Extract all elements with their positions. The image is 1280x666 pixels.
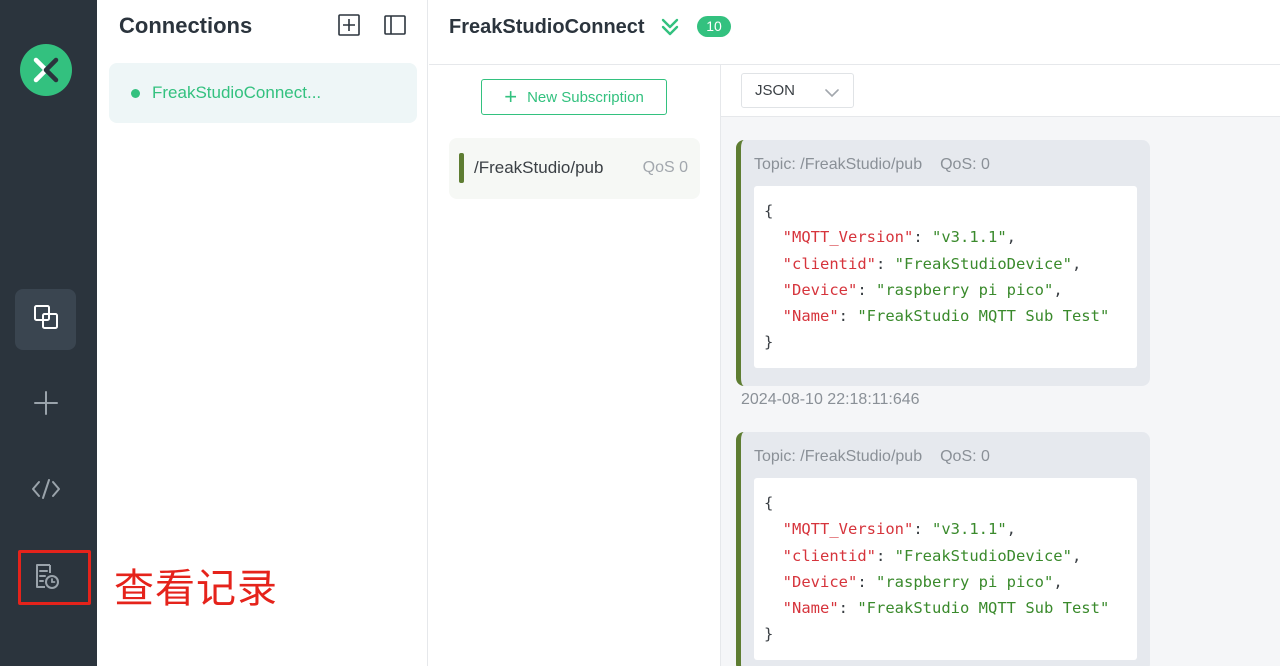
json-value: "raspberry pi pico" <box>876 572 1054 591</box>
json-brace: } <box>764 625 774 644</box>
payload-format-value: JSON <box>755 82 796 99</box>
new-subscription-button[interactable]: + New Subscription <box>481 79 667 115</box>
mqttx-logo-icon[interactable] <box>20 44 72 96</box>
annotation-highlight-box <box>18 550 91 605</box>
json-value: "v3.1.1" <box>932 520 1007 539</box>
message-topic: Topic: /FreakStudio/pub <box>754 156 923 173</box>
plus-icon <box>33 390 59 421</box>
json-sep: , <box>1053 280 1063 299</box>
json-key: "Device" <box>782 280 858 299</box>
json-value: "FreakStudioDevice" <box>894 546 1072 565</box>
subscription-qos: QoS 0 <box>642 159 688 176</box>
message-qos: QoS: 0 <box>940 448 990 465</box>
json-sep: , <box>1053 572 1063 591</box>
connections-icon <box>31 302 61 337</box>
new-connection-icon[interactable] <box>337 13 361 37</box>
message-topic: Topic: /FreakStudio/pub <box>754 448 923 465</box>
json-key: "Name" <box>782 599 839 618</box>
json-sep: , <box>1071 546 1082 565</box>
annotation-label: 查看记录 <box>114 566 278 612</box>
connection-item[interactable]: FreakStudioConnect... <box>109 63 417 123</box>
json-value: "v3.1.1" <box>932 228 1007 247</box>
toggle-sidebar-icon[interactable] <box>383 13 407 37</box>
nav-rail <box>0 0 97 666</box>
json-key: "MQTT_Version" <box>782 520 914 539</box>
nav-connections-button[interactable] <box>15 289 76 350</box>
json-value: "FreakStudio MQTT Sub Test" <box>857 307 1110 326</box>
json-key: "clientid" <box>782 546 876 565</box>
new-subscription-label: New Subscription <box>527 88 644 106</box>
json-brace: } <box>764 333 774 352</box>
json-key: "Name" <box>782 307 839 326</box>
json-value: "raspberry pi pico" <box>876 280 1054 299</box>
json-value: "FreakStudioDevice" <box>894 254 1072 273</box>
subscriptions-panel: + New Subscription /FreakStudio/pub QoS … <box>429 65 721 666</box>
messages-panel: JSON Topic: /FreakStudio/pub QoS: 0 { "MQ… <box>721 65 1280 666</box>
json-brace: { <box>764 202 774 220</box>
message-payload: { "MQTT_Version": "v3.1.1", "clientid": … <box>754 186 1137 368</box>
message-card[interactable]: Topic: /FreakStudio/pub QoS: 0 { "MQTT_Ve… <box>736 432 1150 666</box>
message-qos: QoS: 0 <box>940 156 990 173</box>
nav-script-button[interactable] <box>15 461 76 522</box>
plus-icon: + <box>504 84 518 109</box>
json-sep: , <box>1006 520 1016 539</box>
double-chevron-down-icon[interactable] <box>659 16 681 38</box>
subscription-item[interactable]: /FreakStudio/pub QoS 0 <box>449 138 700 199</box>
nav-new-connection-button[interactable] <box>15 375 76 436</box>
subscription-color-bar <box>459 153 464 183</box>
message-timestamp: 2024-08-10 22:18:11:646 <box>741 391 920 408</box>
message-meta: Topic: /FreakStudio/pub QoS: 0 <box>754 448 990 466</box>
connection-title: FreakStudioConnect <box>449 16 645 38</box>
connections-title: Connections <box>119 13 253 38</box>
connections-actions <box>337 13 407 37</box>
messages-toolbar: JSON <box>721 65 1280 117</box>
message-card[interactable]: Topic: /FreakStudio/pub QoS: 0 { "MQTT_Ve… <box>736 140 1150 386</box>
json-key: "MQTT_Version" <box>782 228 914 247</box>
connection-header: FreakStudioConnect 10 <box>429 0 1280 65</box>
subscription-topic: /FreakStudio/pub <box>474 158 604 177</box>
connection-status-dot <box>131 88 140 98</box>
code-icon <box>31 478 61 505</box>
json-value: "FreakStudio MQTT Sub Test" <box>857 599 1110 618</box>
json-sep: , <box>1006 228 1016 247</box>
json-key: "clientid" <box>782 254 876 273</box>
message-count-badge: 10 <box>697 16 731 37</box>
connection-name: FreakStudioConnect... <box>152 83 322 102</box>
json-key: "Device" <box>782 572 858 591</box>
payload-format-select[interactable]: JSON <box>741 73 854 108</box>
json-sep: , <box>1071 254 1082 273</box>
message-meta: Topic: /FreakStudio/pub QoS: 0 <box>754 156 990 174</box>
chevron-down-icon <box>825 85 839 102</box>
json-brace: { <box>764 494 774 512</box>
message-payload: { "MQTT_Version": "v3.1.1", "clientid": … <box>754 478 1137 660</box>
